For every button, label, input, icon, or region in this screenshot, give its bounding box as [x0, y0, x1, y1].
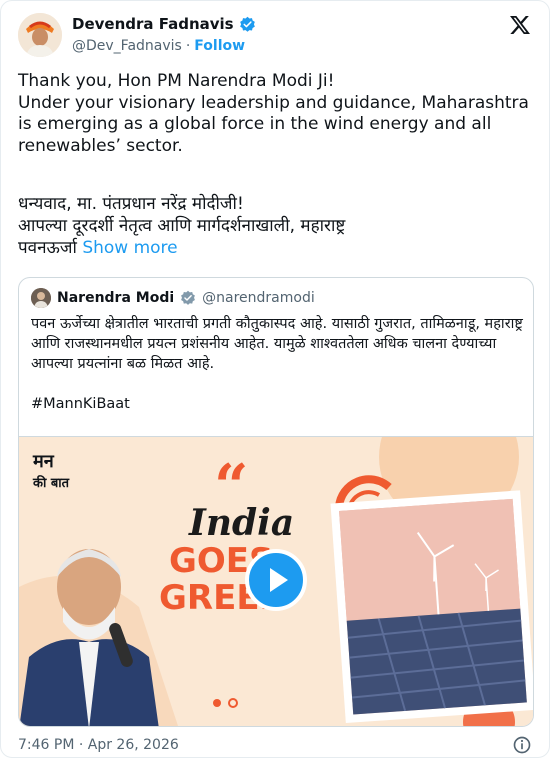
show-more-link[interactable]: Show more	[82, 238, 177, 258]
handle-separator: ·	[185, 38, 191, 54]
thumbnail-title-india: India	[188, 502, 294, 544]
mann-ki-baat-logo-line2: की बात	[32, 475, 70, 491]
tweet-text-english: Thank you, Hon PM Narendra Modi Ji! Unde…	[18, 71, 529, 156]
play-button[interactable]	[245, 549, 307, 611]
follow-button[interactable]: Follow	[194, 38, 245, 54]
mann-ki-baat-logo-line1: मन	[32, 451, 55, 472]
quoted-header: Narendra Modi @narendramodi	[31, 288, 315, 308]
author-avatar[interactable]	[18, 13, 62, 57]
tweet-card: Devendra Fadnavis @Dev_Fadnavis · Follow…	[0, 0, 550, 758]
x-logo-icon[interactable]	[508, 13, 532, 37]
verified-badge-icon	[239, 16, 255, 32]
quoted-avatar	[31, 288, 51, 308]
author-handle[interactable]: @Dev_Fadnavis	[72, 38, 182, 54]
quoted-author-name: Narendra Modi	[57, 290, 175, 306]
video-thumbnail[interactable]: “ मन की बात India GOES GREEN	[19, 436, 533, 726]
quoted-author-handle: @narendramodi	[202, 290, 315, 306]
tweet-header: Devendra Fadnavis @Dev_Fadnavis · Follow	[18, 13, 532, 61]
quoted-tweet[interactable]: Narendra Modi @narendramodi पवन ऊर्जेच्य…	[18, 277, 534, 727]
quoted-verified-icon	[181, 290, 196, 305]
tweet-text-marathi: धन्यवाद, मा. पंतप्रधान नरेंद्र मोदीजी! आ…	[18, 193, 533, 259]
author-handle-line: @Dev_Fadnavis · Follow	[72, 38, 245, 54]
info-icon[interactable]	[512, 735, 532, 755]
tweet-timestamp[interactable]: 7:46 PM · Apr 26, 2026	[18, 737, 179, 753]
tweet-text-marathi-body: धन्यवाद, मा. पंतप्रधान नरेंद्र मोदीजी! आ…	[18, 194, 346, 258]
author-name-line: Devendra Fadnavis	[72, 15, 256, 33]
quoted-hashtag[interactable]: #MannKiBaat	[31, 396, 130, 412]
play-icon	[270, 568, 288, 592]
quoted-text: पवन ऊर्जेच्या क्षेत्रातील भारताची प्रगती…	[31, 316, 523, 372]
author-name[interactable]: Devendra Fadnavis	[72, 15, 234, 33]
